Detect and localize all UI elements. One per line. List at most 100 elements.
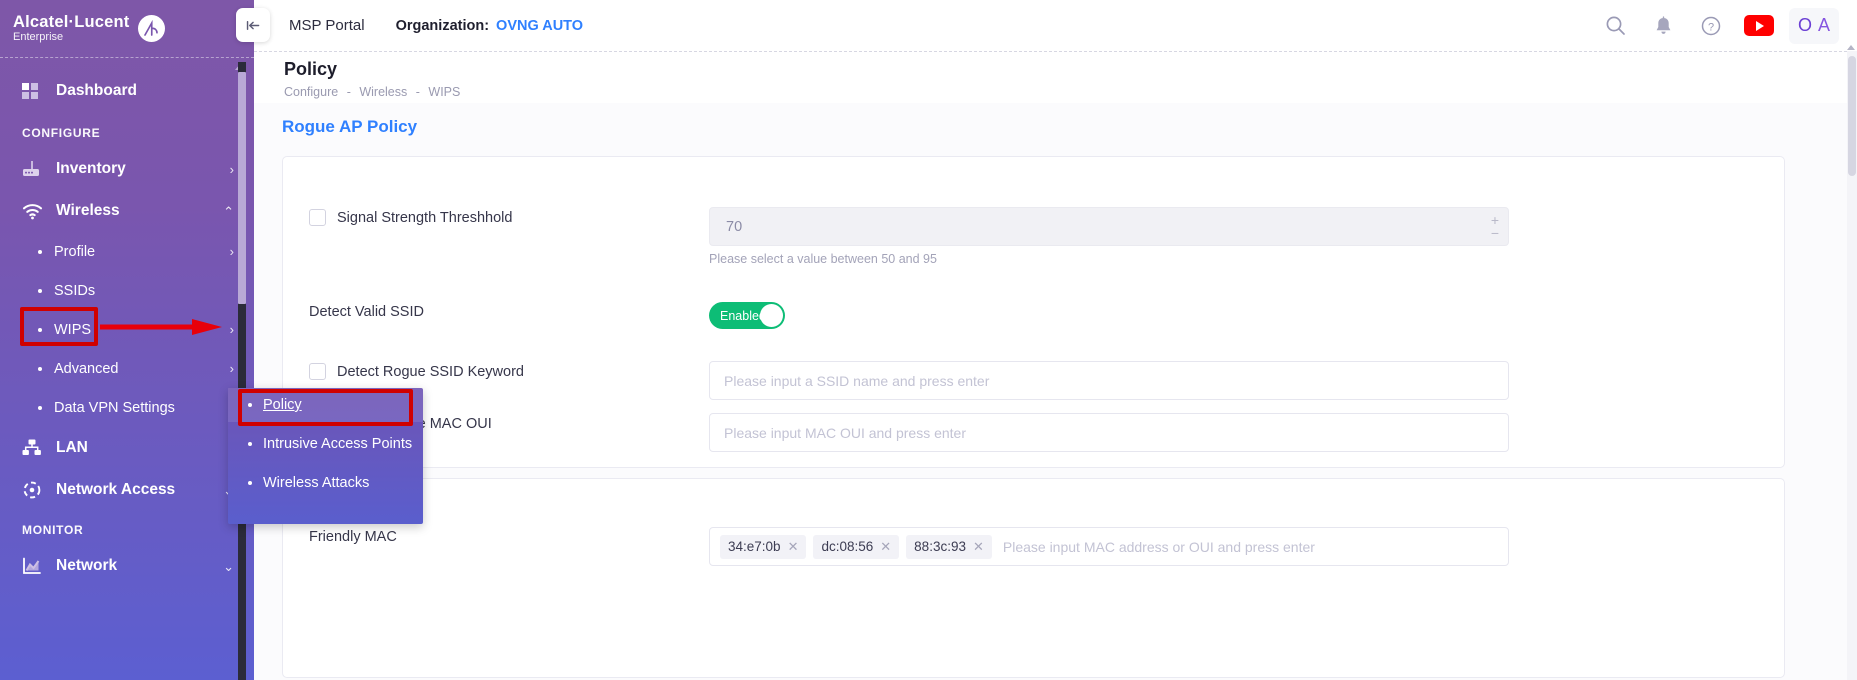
flyout-item-policy[interactable]: Policy (228, 388, 423, 422)
sidebar-item-inventory-label: Inventory (56, 160, 126, 178)
remove-tag-icon[interactable]: ✕ (880, 539, 891, 555)
remove-tag-icon[interactable]: ✕ (788, 539, 799, 555)
sidebar-scrollbar-thumb[interactable] (238, 72, 246, 304)
top-bar-actions: ? O A (1591, 0, 1857, 51)
rogue-ap-policy-panel: Rogue AP Policy Signal Strength Threshho… (282, 117, 1785, 468)
search-icon[interactable] (1591, 0, 1639, 51)
signal-strength-row: Signal Strength Threshhold 70 + − Please… (283, 207, 1784, 266)
sidebar-collapse-button[interactable] (236, 8, 270, 42)
detect-valid-ssid-label: Detect Valid SSID (309, 304, 424, 320)
rogue-ap-policy-title: Rogue AP Policy (282, 117, 1785, 137)
friendly-mac-label: Friendly MAC (309, 529, 397, 545)
flyout-item-intrusive-access-points-label: Intrusive Access Points (263, 436, 412, 453)
friendly-mac-control: 34:e7:0b ✕ dc:08:56 ✕ 88:3c:93 ✕ (709, 527, 1509, 566)
lan-icon (22, 439, 46, 457)
detect-rogue-ssid-keyword-label: Detect Rogue SSID Keyword (337, 364, 524, 380)
avatar-initial-2: A (1818, 15, 1830, 36)
bullet-icon (38, 289, 42, 293)
top-bar: MSP Portal Organization: OVNG AUTO (254, 0, 1857, 51)
sidebar-item-wips[interactable]: WIPS › (0, 310, 254, 349)
chevron-right-icon: › (230, 163, 234, 176)
remove-tag-icon[interactable]: ✕ (973, 539, 984, 555)
bullet-icon (38, 367, 42, 371)
signal-strength-label: Signal Strength Threshhold (337, 210, 512, 226)
sidebar-item-network-label: Network (56, 557, 117, 575)
bullet-icon (248, 481, 252, 485)
friendly-mac-placeholder: Please input MAC address or OUI and pres… (1003, 539, 1315, 555)
bullet-icon (38, 250, 42, 254)
signal-strength-control: 70 + − Please select a value between 50 … (709, 207, 1509, 266)
chevron-right-icon: › (230, 361, 234, 376)
signal-strength-decrement-button[interactable]: − (1491, 226, 1499, 240)
chevron-up-icon: ⌃ (223, 205, 234, 218)
sidebar-item-data-vpn-settings[interactable]: Data VPN Settings (0, 388, 254, 427)
sidebar-item-network[interactable]: Network ⌄ (0, 545, 254, 587)
svg-text:?: ? (1708, 21, 1714, 33)
page-title: Policy (284, 59, 1857, 80)
sidebar-item-dashboard[interactable]: Dashboard (0, 68, 254, 114)
sidebar-item-inventory[interactable]: Inventory › (0, 148, 254, 190)
detect-rogue-ssid-keyword-checkbox[interactable] (309, 363, 326, 380)
signal-strength-label-group: Signal Strength Threshhold (309, 207, 709, 226)
help-question-icon[interactable]: ? (1687, 0, 1735, 51)
sidebar-item-network-access[interactable]: Network Access ⌄ (0, 469, 254, 511)
sidebar-item-ssids[interactable]: SSIDs (0, 271, 254, 310)
detect-rogue-ssid-keyword-input[interactable]: Please input a SSID name and press enter (709, 361, 1509, 400)
page-scrollbar-thumb[interactable] (1848, 56, 1856, 176)
friendly-mac-tag: 88:3c:93 ✕ (906, 535, 992, 559)
friendly-mac-input[interactable]: 34:e7:0b ✕ dc:08:56 ✕ 88:3c:93 ✕ (709, 527, 1509, 566)
friendly-mac-label-group: Friendly MAC (309, 527, 709, 545)
breadcrumb-separator: - (416, 85, 420, 99)
flyout-item-intrusive-access-points[interactable]: Intrusive Access Points (228, 422, 423, 466)
detect-rogue-ssid-keyword-label-group: Detect Rogue SSID Keyword (309, 361, 709, 380)
youtube-icon[interactable] (1735, 0, 1783, 51)
signal-strength-input[interactable]: 70 + − (709, 207, 1509, 246)
sidebar-item-profile[interactable]: Profile › (0, 232, 254, 271)
organization-value[interactable]: OVNG AUTO (496, 18, 583, 34)
friendly-ap-title: Friendly AP (282, 439, 1785, 459)
toggle-knob (760, 304, 783, 327)
detect-valid-ssid-toggle-label: Enabled (720, 309, 766, 323)
app-root: Alcatel·Lucent Enterprise (0, 0, 1857, 680)
msp-portal-label[interactable]: MSP Portal (289, 17, 365, 34)
sidebar-item-wips-label: WIPS (54, 322, 91, 338)
play-triangle-icon (1756, 21, 1764, 31)
sidebar-item-dashboard-label: Dashboard (56, 82, 137, 100)
bullet-icon (38, 406, 42, 410)
detect-valid-ssid-toggle[interactable]: Enabled (709, 302, 785, 329)
brand-subtitle: Enterprise (13, 32, 130, 44)
chevron-right-icon: › (230, 244, 234, 259)
alcatel-lucent-logo-icon (138, 15, 165, 42)
bullet-icon (38, 328, 42, 332)
sidebar-item-wireless[interactable]: Wireless ⌃ (0, 190, 254, 232)
breadcrumb-item-wireless[interactable]: Wireless (359, 85, 407, 99)
bullet-icon (248, 403, 252, 407)
organization-label: Organization: (396, 18, 489, 34)
flyout-item-wireless-attacks[interactable]: Wireless Attacks (228, 466, 423, 500)
breadcrumb-item-wips[interactable]: WIPS (428, 85, 460, 99)
page-scroll-up-arrow[interactable] (1847, 45, 1855, 50)
signal-strength-checkbox[interactable] (309, 209, 326, 226)
friendly-mac-tag-label: dc:08:56 (821, 539, 873, 554)
brand-logo-area[interactable]: Alcatel·Lucent Enterprise (0, 0, 254, 57)
sidebar-item-advanced-label: Advanced (54, 361, 119, 377)
friendly-ap-panel: Friendly AP Friendly MAC 34:e7:0b ✕ (282, 439, 1785, 678)
sidebar-item-lan[interactable]: LAN › (0, 427, 254, 469)
sidebar-item-lan-label: LAN (56, 439, 88, 457)
detect-rogue-ssid-keyword-row: Detect Rogue SSID Keyword Please input a… (283, 361, 1784, 400)
friendly-mac-tag-label: 88:3c:93 (914, 539, 966, 554)
logo-glyph-icon (142, 20, 160, 38)
flyout-item-policy-label: Policy (263, 397, 302, 413)
sidebar: Alcatel·Lucent Enterprise (0, 0, 254, 680)
chevron-down-icon: ⌄ (223, 560, 234, 573)
avatar[interactable]: O A (1789, 8, 1839, 44)
chevron-right-icon: › (230, 322, 234, 337)
breadcrumb-separator: - (347, 85, 351, 99)
sidebar-item-advanced[interactable]: Advanced › (0, 349, 254, 388)
friendly-mac-tag-label: 34:e7:0b (728, 539, 781, 554)
detect-valid-ssid-control: Enabled (709, 302, 1509, 329)
detect-valid-ssid-row: Detect Valid SSID Enabled (283, 302, 1784, 329)
friendly-ap-card: Friendly MAC 34:e7:0b ✕ dc:08:56 ✕ (282, 478, 1785, 678)
bell-notification-icon[interactable] (1639, 0, 1687, 51)
breadcrumb-item-configure[interactable]: Configure (284, 85, 338, 99)
